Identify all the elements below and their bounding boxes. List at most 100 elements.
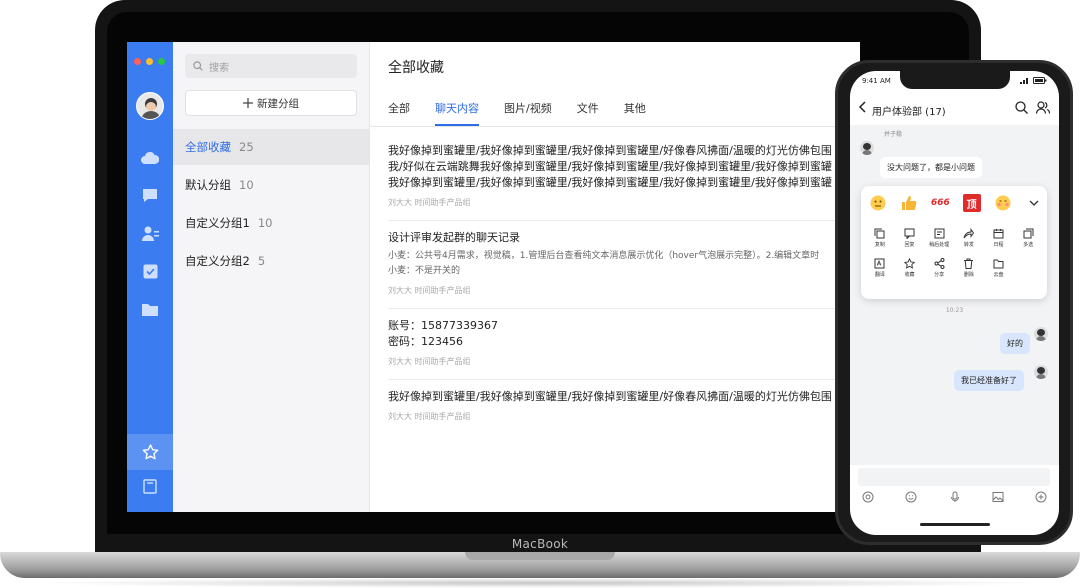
action-schedule[interactable]: 日程 [984,228,1014,248]
item-meta: 刘大大 时间助手产品组 [388,412,471,421]
app-window: 搜索 新建分组 全部收藏 25 默认分组 10 自定义分组1 10 自定义分组2… [127,42,860,512]
item-text: 账号：15877339367 [388,319,498,332]
tasks-icon[interactable] [138,260,162,282]
action-label: 云盘 [993,272,1004,278]
item-text: 密码：123456 [388,335,463,348]
new-group-label: 新建分组 [257,97,299,110]
self-avatar[interactable] [1034,365,1048,379]
action-delete[interactable]: 删除 [954,258,984,278]
tab-chat[interactable]: 聊天内容 [435,100,479,126]
share-icon [934,258,945,269]
item-title: 设计评审发起群的聊天记录 [388,231,520,244]
item-meta: 刘大大 时间助手产品组 [388,357,471,366]
laptop-shadow [30,578,1050,588]
minimize-window-dot[interactable] [146,58,153,65]
action-multiselect[interactable]: 多选 [1013,228,1043,248]
group-item-custom-2[interactable]: 自定义分组2 5 [173,243,369,279]
back-chevron-icon[interactable] [858,101,868,113]
favorite-item[interactable]: 账号：15877339367 密码：123456 刘大大 时间助手产品组 [388,318,860,367]
plus-icon [243,98,253,108]
item-text: 我好像掉到蜜罐里/我好像掉到蜜罐里/我好像掉到蜜罐里/好像春风拂面/温暖的灯光仿… [388,144,832,157]
sender-avatar[interactable] [860,141,874,155]
tab-other[interactable]: 其他 [624,100,646,126]
action-label: 收藏 [904,272,915,278]
action-copy[interactable]: 复制 [865,228,895,248]
tab-files[interactable]: 文件 [577,100,599,126]
action-label: 翻译 [874,272,885,278]
action-label: 稍后处理 [929,242,950,248]
search-input[interactable]: 搜索 [185,54,357,78]
favorite-item[interactable]: 设计评审发起群的聊天记录 小麦：公共号4月需求，视觉稿，1.管理后台查看纯文本消… [388,230,860,296]
thinking-emoji-icon[interactable] [869,194,887,212]
message-input[interactable] [858,468,1050,486]
message-sent[interactable]: 好的 [1000,333,1030,354]
action-reply[interactable]: 回复 [895,228,925,248]
folder-icon[interactable] [138,298,162,320]
plus-circle-icon[interactable] [1035,491,1047,503]
favorites-content: 全部收藏 全部 聊天内容 图片/视频 文件 其他 我好像掉到蜜罐里/我好像掉到蜜… [370,42,860,512]
group-item-all[interactable]: 全部收藏 25 [173,129,369,165]
action-label: 复制 [874,242,885,248]
input-toolbar [862,491,1047,503]
cloud-icon[interactable] [138,147,162,169]
item-divider [388,220,860,221]
group-count: 10 [257,216,273,230]
image-icon[interactable] [992,491,1004,503]
tabs-divider [370,126,860,127]
status-time: 9:41 AM [862,77,891,85]
forward-icon [963,228,975,239]
favorite-item[interactable]: 我好像掉到蜜罐里/我好像掉到蜜罐里/我好像掉到蜜罐里/好像春风拂面/温暖的灯光仿… [388,389,860,422]
multiselect-icon [1023,228,1034,239]
tab-all[interactable]: 全部 [388,100,410,126]
phone-notch [900,71,1010,89]
self-avatar[interactable] [1034,327,1048,341]
thumbs-up-emoji-icon[interactable] [900,194,918,212]
group-label: 自定义分组2 [185,254,250,268]
members-icon[interactable] [1036,101,1050,114]
favorites-star-icon[interactable] [138,441,162,463]
shy-emoji-icon[interactable] [994,194,1012,212]
search-placeholder: 搜索 [209,62,229,74]
user-avatar[interactable] [136,92,164,120]
action-translate[interactable]: 翻译 [865,258,895,278]
action-label: 转发 [963,242,974,248]
search-icon[interactable] [1015,101,1028,114]
group-item-custom-1[interactable]: 自定义分组1 10 [173,205,369,241]
mention-icon[interactable] [862,491,874,503]
maximize-window-dot[interactable] [158,58,165,65]
battery-icon [1033,77,1047,84]
action-share[interactable]: 分享 [924,258,954,278]
action-grid: 复制 回复 稍后处理 转发 日程 多选 翻译 收藏 分享 删除 云盘 [865,228,1043,278]
action-later[interactable]: 稍后处理 [924,228,954,248]
close-window-dot[interactable] [134,58,141,65]
new-group-button[interactable]: 新建分组 [185,90,357,116]
action-forward[interactable]: 转发 [954,228,984,248]
action-cloud-drive[interactable]: 云盘 [984,258,1014,278]
emoji-666[interactable]: 666 [931,194,950,212]
calendar-icon [993,229,1004,239]
contacts-icon[interactable] [138,222,162,244]
action-favorite[interactable]: 收藏 [895,258,925,278]
group-item-default[interactable]: 默认分组 10 [173,167,369,203]
group-count: 5 [257,254,266,268]
item-text: 小麦：公共号4月需求，视觉稿，1.管理后台查看纯文本消息展示优化（hover气泡… [388,251,820,261]
group-label: 默认分组 [185,178,231,192]
item-divider [388,379,860,380]
chevron-down-icon[interactable] [1025,194,1043,212]
emoji-top[interactable]: 顶 [962,194,981,212]
tab-media[interactable]: 图片/视频 [504,100,552,126]
microphone-icon[interactable] [949,491,961,503]
action-label: 回复 [904,242,915,248]
emoji-icon[interactable] [905,491,917,503]
message-received[interactable]: 没大问题了，都是小问题 [880,157,982,178]
favorite-item[interactable]: 我好像掉到蜜罐里/我好像掉到蜜罐里/我好像掉到蜜罐里/好像春风拂面/温暖的灯光仿… [388,143,860,208]
item-text: 我好像掉到蜜罐里/我好像掉到蜜罐里/我好像掉到蜜罐里/我好像掉到蜜罐里/我好像掉… [388,176,832,189]
chat-icon[interactable] [138,184,162,206]
chat-title: 用户体验部 (17) [872,107,946,118]
item-meta: 刘大大 时间助手产品组 [388,198,471,207]
action-label: 多选 [1023,242,1034,248]
message-sent[interactable]: 我已经准备好了 [954,370,1024,391]
item-meta: 刘大大 时间助手产品组 [388,286,471,295]
copy-icon [874,228,885,239]
bookmark-icon[interactable] [138,475,162,497]
